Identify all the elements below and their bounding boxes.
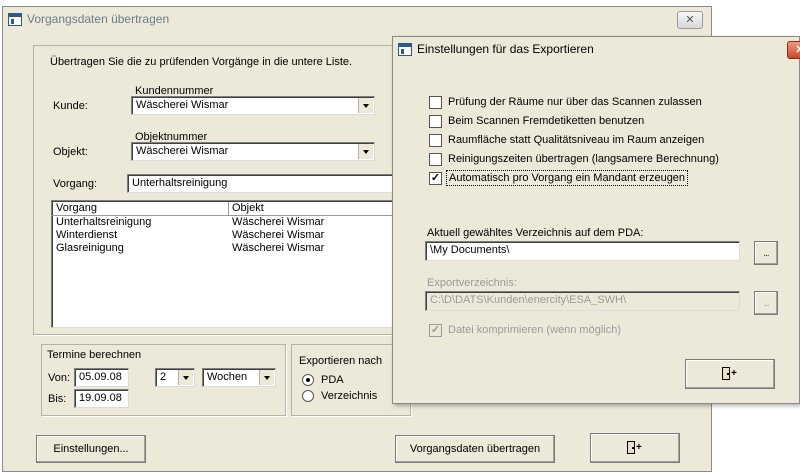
checkbox-fremdetiketten-label[interactable]: Beim Scannen Fremdetiketten benutzen	[448, 115, 644, 127]
count-combobox[interactable]: 2	[155, 368, 195, 387]
list-cell-vorgang: Winterdienst	[56, 229, 118, 241]
chevron-down-icon	[363, 149, 369, 154]
von-value: 05.09.08	[79, 371, 122, 383]
chevron-down-icon	[183, 375, 189, 380]
checkbox-scan-only-label[interactable]: Prüfung der Räume nur über das Scannen z…	[448, 96, 702, 108]
intro-text: Übertragen Sie die zu prüfenden Vorgänge…	[50, 56, 353, 68]
objekt-dropdown-button[interactable]	[358, 144, 373, 159]
list-row[interactable]: Glasreinigung Wäscherei Wismar	[52, 242, 400, 255]
vorgangsdaten-uebertragen-button[interactable]: Vorgangsdaten übertragen	[395, 435, 555, 463]
list-cell-objekt: Wäscherei Wismar	[232, 242, 325, 254]
checkbox-scan-only[interactable]	[429, 96, 442, 109]
vorgang-value: Unterhaltsreinigung	[132, 177, 228, 189]
checkbox-compress-label[interactable]: Datei komprimieren (wenn möglich)	[448, 324, 621, 336]
list-header-objekt[interactable]: Objekt	[232, 202, 264, 214]
objekt-label: Objekt:	[53, 146, 88, 158]
pda-dir-browse-button[interactable]: ...	[754, 241, 778, 265]
vorgang-label: Vorgang:	[53, 178, 98, 190]
kunde-label: Kunde:	[53, 100, 88, 112]
termine-title: Termine berechnen	[47, 349, 142, 361]
vorgang-list[interactable]: Vorgang Objekt Unterhaltsreinigung Wäsch…	[51, 200, 401, 328]
list-cell-vorgang: Glasreinigung	[56, 242, 124, 254]
list-cell-vorgang: Unterhaltsreinigung	[56, 216, 152, 228]
list-header: Vorgang Objekt	[52, 201, 400, 216]
browse-icon: ...	[763, 247, 769, 259]
export-radio-verzeichnis[interactable]	[302, 390, 314, 402]
main-window-title: Vorgangsdaten übertragen	[27, 12, 170, 26]
count-dropdown-button[interactable]	[178, 370, 193, 385]
chevron-down-icon	[363, 103, 369, 108]
pda-dir-label: Aktuell gewähltes Verzeichnis auf dem PD…	[427, 227, 644, 239]
export-option-verzeichnis[interactable]: Verzeichnis	[321, 390, 377, 402]
objekt-combobox[interactable]: Wäscherei Wismar	[131, 142, 375, 161]
bis-label: Bis:	[48, 393, 67, 405]
close-icon: ✕	[795, 44, 800, 56]
unit-value: Wochen	[207, 371, 248, 383]
main-close-button[interactable]: ✕	[677, 11, 703, 29]
exit-door-icon: +	[626, 440, 644, 456]
von-label: Von:	[48, 372, 71, 384]
export-title: Exportieren nach	[299, 355, 383, 367]
vorgang-input[interactable]: Unterhaltsreinigung	[127, 174, 402, 193]
checkbox-mandant[interactable]: ✓	[429, 172, 442, 185]
list-cell-objekt: Wäscherei Wismar	[232, 216, 325, 228]
list-header-vorgang[interactable]: Vorgang	[56, 202, 97, 214]
einstellungen-button-label: Einstellungen...	[53, 443, 129, 455]
unit-dropdown-button[interactable]	[259, 370, 274, 385]
browse-icon: ...	[763, 297, 769, 309]
unit-combobox[interactable]: Wochen	[202, 368, 276, 387]
list-row[interactable]: Winterdienst Wäscherei Wismar	[52, 229, 400, 242]
list-row[interactable]: Unterhaltsreinigung Wäscherei Wismar	[52, 216, 400, 229]
kunde-combobox[interactable]: Wäscherei Wismar	[131, 96, 375, 115]
exit-button[interactable]: +	[590, 433, 680, 463]
export-option-pda[interactable]: PDA	[321, 374, 344, 386]
app-window-icon	[8, 12, 22, 26]
close-icon: ✕	[685, 14, 695, 26]
export-dir-browse-button[interactable]: ...	[754, 291, 778, 315]
dialog-title: Einstellungen für das Exportieren	[417, 42, 594, 56]
pda-dir-value: \My Documents\	[430, 244, 510, 256]
checkbox-compress[interactable]: ✓	[429, 324, 442, 337]
bis-input[interactable]: 19.09.08	[74, 389, 129, 408]
checkbox-raumflaeche[interactable]	[429, 134, 442, 147]
kunde-value: Wäscherei Wismar	[136, 99, 229, 111]
check-icon: ✓	[430, 324, 441, 336]
checkbox-raumflaeche-label[interactable]: Raumfläche statt Qualitätsniveau im Raum…	[448, 134, 704, 146]
export-dir-value: C:\D\DATS\Kunden\enercity\ESA_SWH\	[430, 294, 627, 306]
check-icon: ✓	[430, 172, 441, 184]
bis-value: 19.09.08	[79, 392, 122, 404]
checkbox-reinigungszeiten-label[interactable]: Reinigungszeiten übertragen (langsamere …	[448, 153, 719, 165]
checkbox-reinigungszeiten[interactable]	[429, 153, 442, 166]
uebertragen-button-label: Vorgangsdaten übertragen	[409, 443, 541, 455]
export-radio-pda[interactable]	[302, 374, 314, 386]
exit-door-icon: +	[721, 366, 739, 382]
column-divider[interactable]	[228, 202, 229, 215]
list-cell-objekt: Wäscherei Wismar	[232, 229, 325, 241]
app-window-icon	[398, 42, 412, 56]
kunde-dropdown-button[interactable]	[358, 98, 373, 113]
von-input[interactable]: 05.09.08	[74, 368, 129, 387]
dialog-titlebar[interactable]: Einstellungen für das Exportieren	[393, 37, 799, 61]
pda-dir-input[interactable]: \My Documents\	[425, 241, 740, 261]
main-titlebar[interactable]: Vorgangsdaten übertragen	[3, 7, 711, 31]
objekt-value: Wäscherei Wismar	[136, 145, 229, 157]
chevron-down-icon	[264, 375, 270, 380]
settings-dialog: Einstellungen für das Exportieren ✕ Prüf…	[392, 36, 800, 404]
count-value: 2	[160, 371, 167, 383]
checkbox-mandant-label[interactable]: Automatisch pro Vorgang ein Mandant erze…	[446, 170, 689, 186]
checkbox-fremdetiketten[interactable]	[429, 115, 442, 128]
dialog-exit-button[interactable]: +	[685, 359, 775, 389]
export-dir-input[interactable]: C:\D\DATS\Kunden\enercity\ESA_SWH\	[425, 291, 740, 311]
einstellungen-button[interactable]: Einstellungen...	[36, 435, 146, 463]
export-dir-label: Exportverzeichnis:	[427, 277, 517, 289]
dialog-close-button[interactable]: ✕	[787, 41, 800, 59]
